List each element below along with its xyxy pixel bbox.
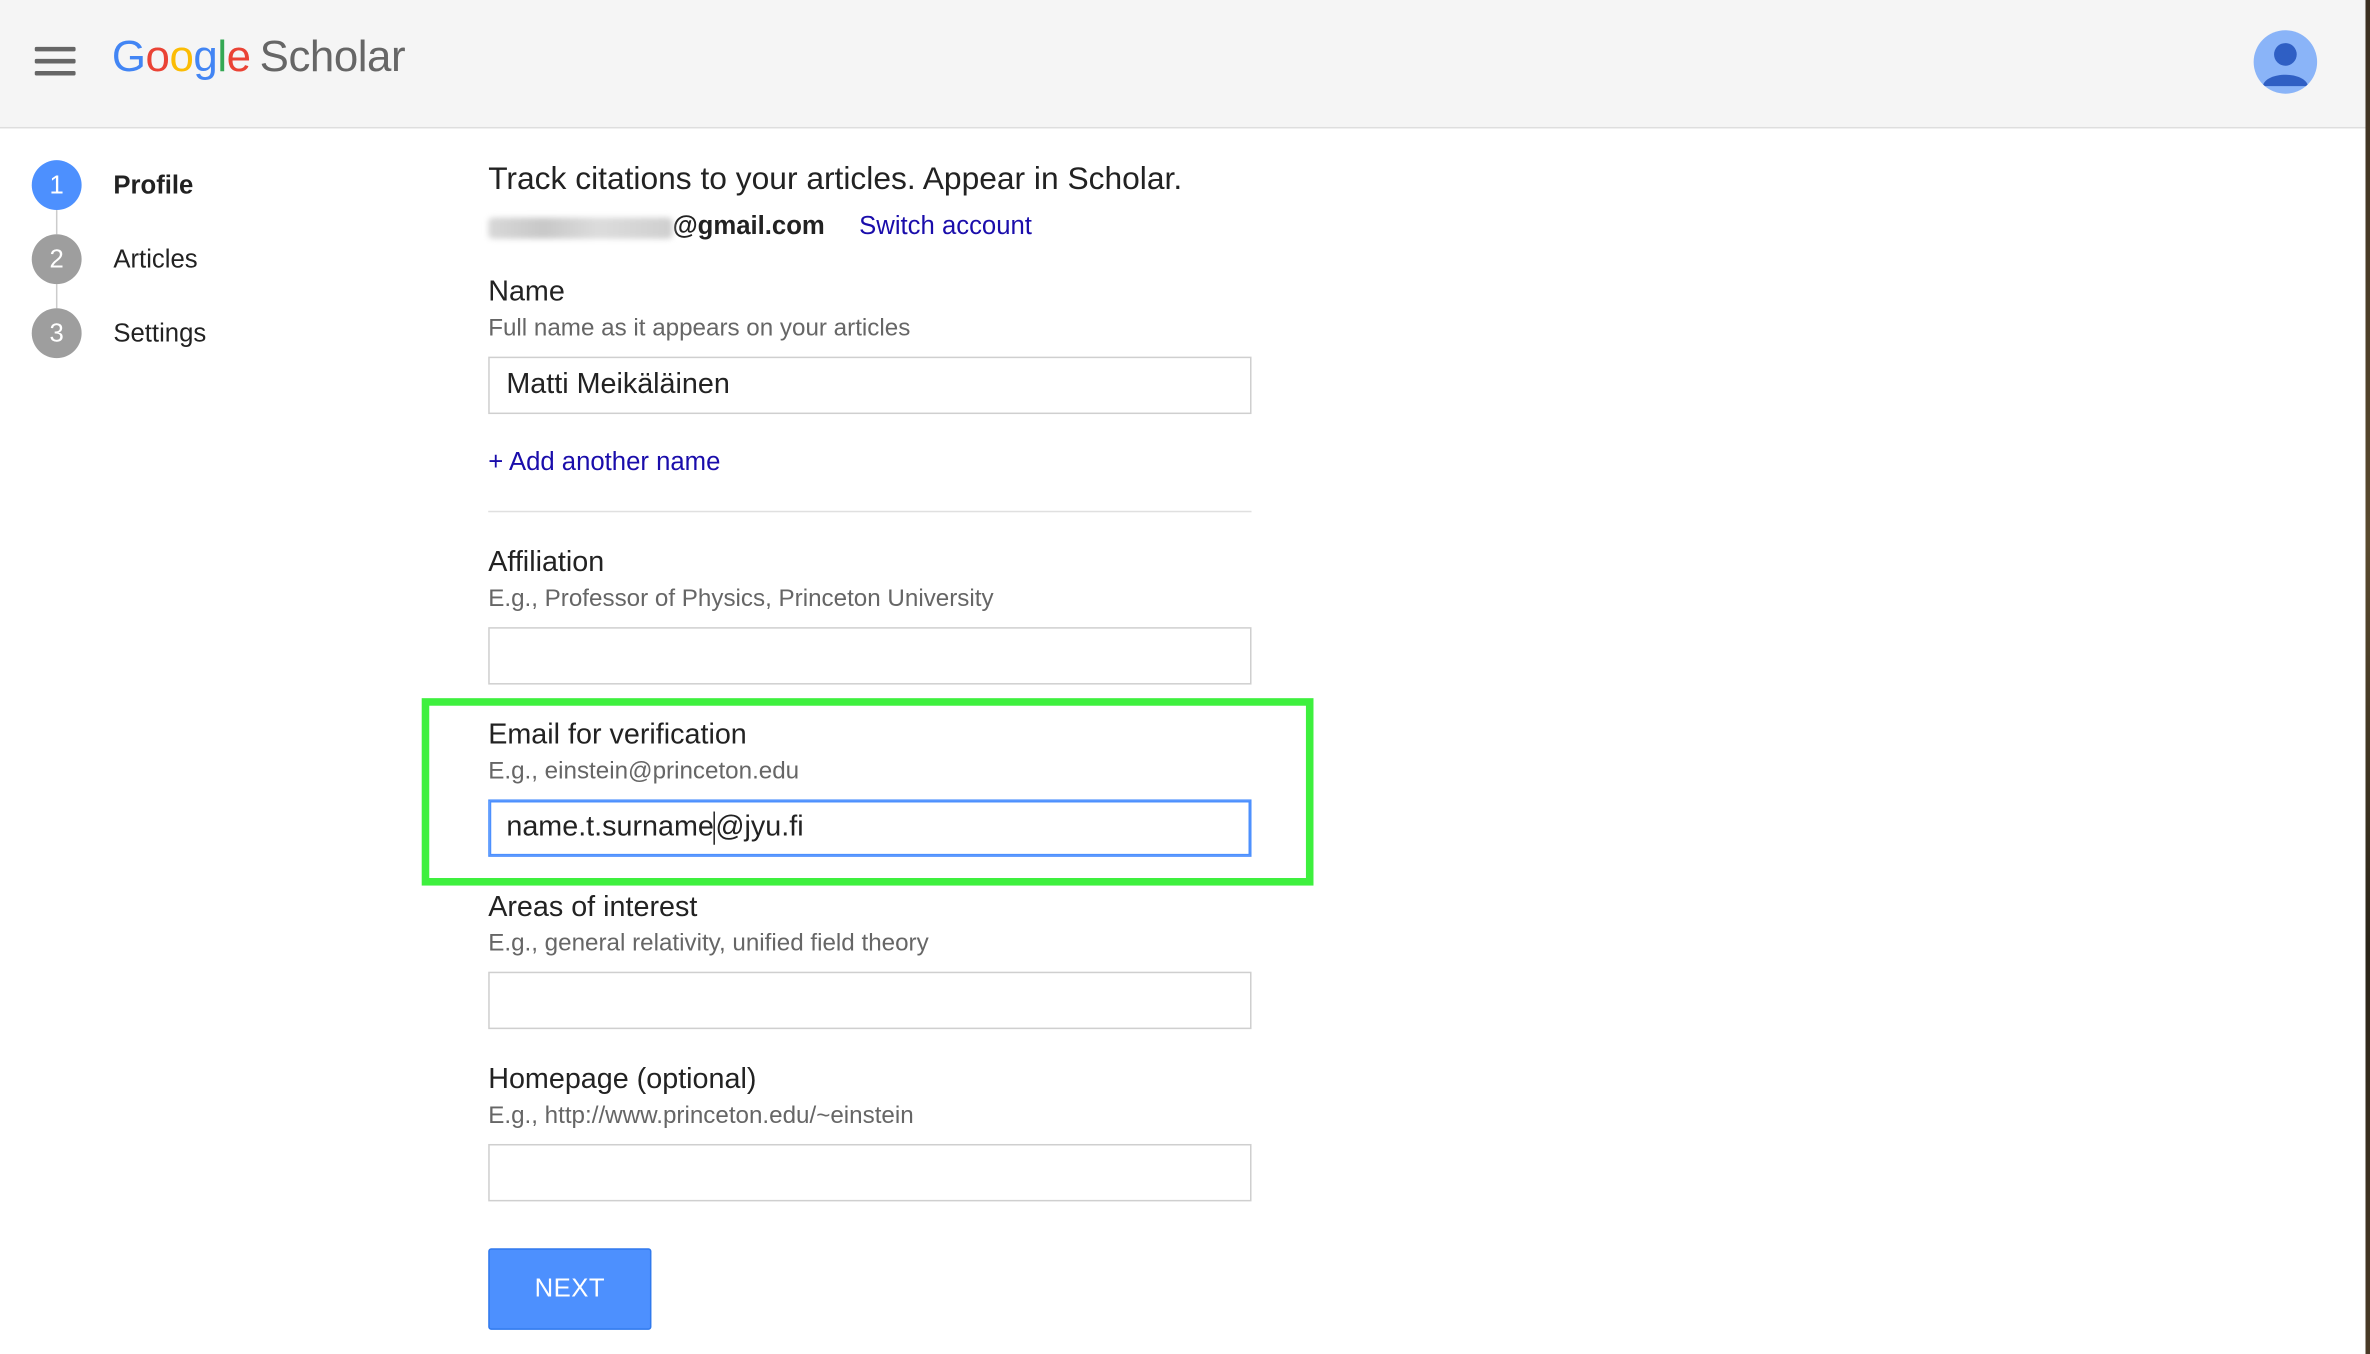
homepage-input[interactable] [488,1143,1252,1202]
window-edge [2365,0,2370,1354]
email-hint: E.g., einstein@princeton.edu [488,758,800,785]
step-number: 3 [31,308,82,359]
google-scholar-logo[interactable]: Google Scholar [112,33,406,83]
step-number: 2 [31,234,82,285]
interests-hint: E.g., general relativity, unified field … [488,930,929,957]
account-avatar-icon[interactable] [2253,30,2318,94]
name-input-value: Matti Meikäläinen [506,368,730,401]
affiliation-hint: E.g., Professor of Physics, Princeton Un… [488,586,994,613]
step-number: 1 [31,160,82,211]
name-input[interactable]: Matti Meikäläinen [488,356,1252,415]
step-label: Articles [113,244,198,273]
email-input-value-after: @jyu.fi [715,811,804,844]
step-articles[interactable]: 2 Articles [31,234,198,285]
email-input[interactable]: name.t.surname @jyu.fi [488,799,1252,857]
hamburger-menu-icon[interactable] [34,46,76,77]
account-email-domain: @gmail.com [672,211,825,241]
step-connector [55,210,58,235]
step-connector [55,284,58,309]
step-profile[interactable]: 1 Profile [31,160,194,211]
step-settings[interactable]: 3 Settings [31,308,207,359]
email-input-value-before: name.t.surname [506,811,714,844]
top-bar: Google Scholar [0,0,2366,129]
homepage-hint: E.g., http://www.princeton.edu/~einstein [488,1103,914,1129]
section-divider [488,510,1252,513]
affiliation-label: Affiliation [488,547,605,579]
step-label: Settings [113,318,207,347]
interests-input[interactable] [488,971,1252,1030]
email-label: Email for verification [488,719,747,752]
interests-label: Areas of interest [488,891,698,924]
add-another-name-link[interactable]: + Add another name [488,447,720,477]
redacted-username [488,216,673,239]
switch-account-link[interactable]: Switch account [859,212,1032,241]
account-line: @gmail.com Switch account [488,212,1032,242]
page: Google Scholar 1 Profile 2 Articles 3 Set… [0,0,2370,1354]
affiliation-input[interactable] [488,627,1252,685]
name-hint: Full name as it appears on your articles [488,315,911,342]
next-button[interactable]: NEXT [488,1248,652,1330]
name-label: Name [488,276,565,309]
step-label: Profile [113,170,194,199]
page-headline: Track citations to your articles. Appear… [488,161,1183,197]
homepage-label: Homepage (optional) [488,1063,757,1096]
